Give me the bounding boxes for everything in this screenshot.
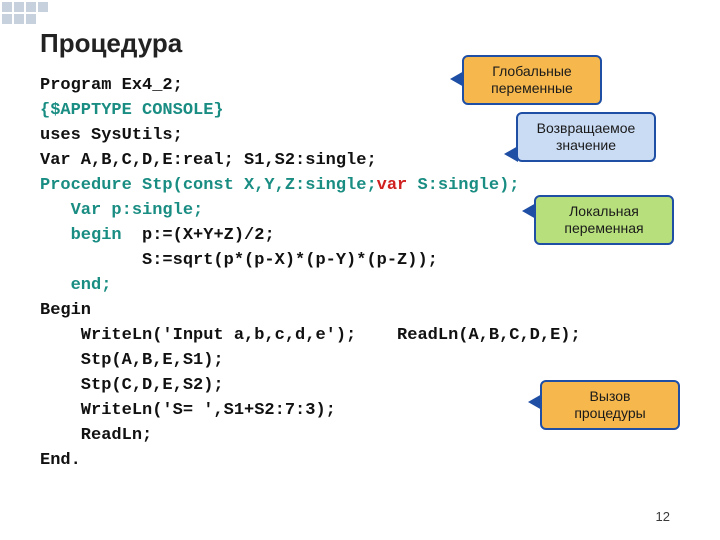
code-line: p:=(X+Y+Z)/2; (122, 226, 275, 245)
code-line: Var A,B,C,D,E:real; S1,S2:single; (40, 151, 377, 170)
slide: Процедура Program Ex4_2; {$APPTYPE CONSO… (0, 0, 720, 540)
code-line: Stp(C,D,E,S2); (40, 376, 224, 395)
code-line: ReadLn; (40, 426, 152, 445)
code-line: {$APPTYPE CONSOLE} (40, 101, 224, 120)
code-line: End. (40, 451, 81, 470)
code-line: WriteLn('S= ',S1+S2:7:3); (40, 401, 336, 420)
code-keyword-begin: begin (40, 226, 122, 245)
code-line: Procedure Stp(const X,Y,Z:single; (40, 176, 377, 195)
code-line: uses SysUtils; (40, 126, 183, 145)
code-line: Program Ex4_2; (40, 76, 183, 95)
code-line: S:=sqrt(p*(p-X)*(p-Y)*(p-Z)); (40, 251, 438, 270)
callout-return-value: Возвращаемое значение (516, 112, 656, 162)
decorative-corner (0, 0, 50, 26)
code-line: S:single); (407, 176, 519, 195)
code-line: WriteLn('Input a,b,c,d,e'); ReadLn(A,B,C… (40, 326, 581, 345)
callout-local-var: Локальная переменная (534, 195, 674, 245)
code-line: Stp(A,B,E,S1); (40, 351, 224, 370)
code-line: Begin (40, 301, 91, 320)
callout-global-vars: Глобальные переменные (462, 55, 602, 105)
page-number: 12 (656, 509, 670, 524)
callout-procedure-call: Вызов процедуры (540, 380, 680, 430)
code-line: Var p:single; (40, 201, 203, 220)
code-keyword-var: var (377, 176, 408, 195)
code-line: end; (40, 276, 111, 295)
